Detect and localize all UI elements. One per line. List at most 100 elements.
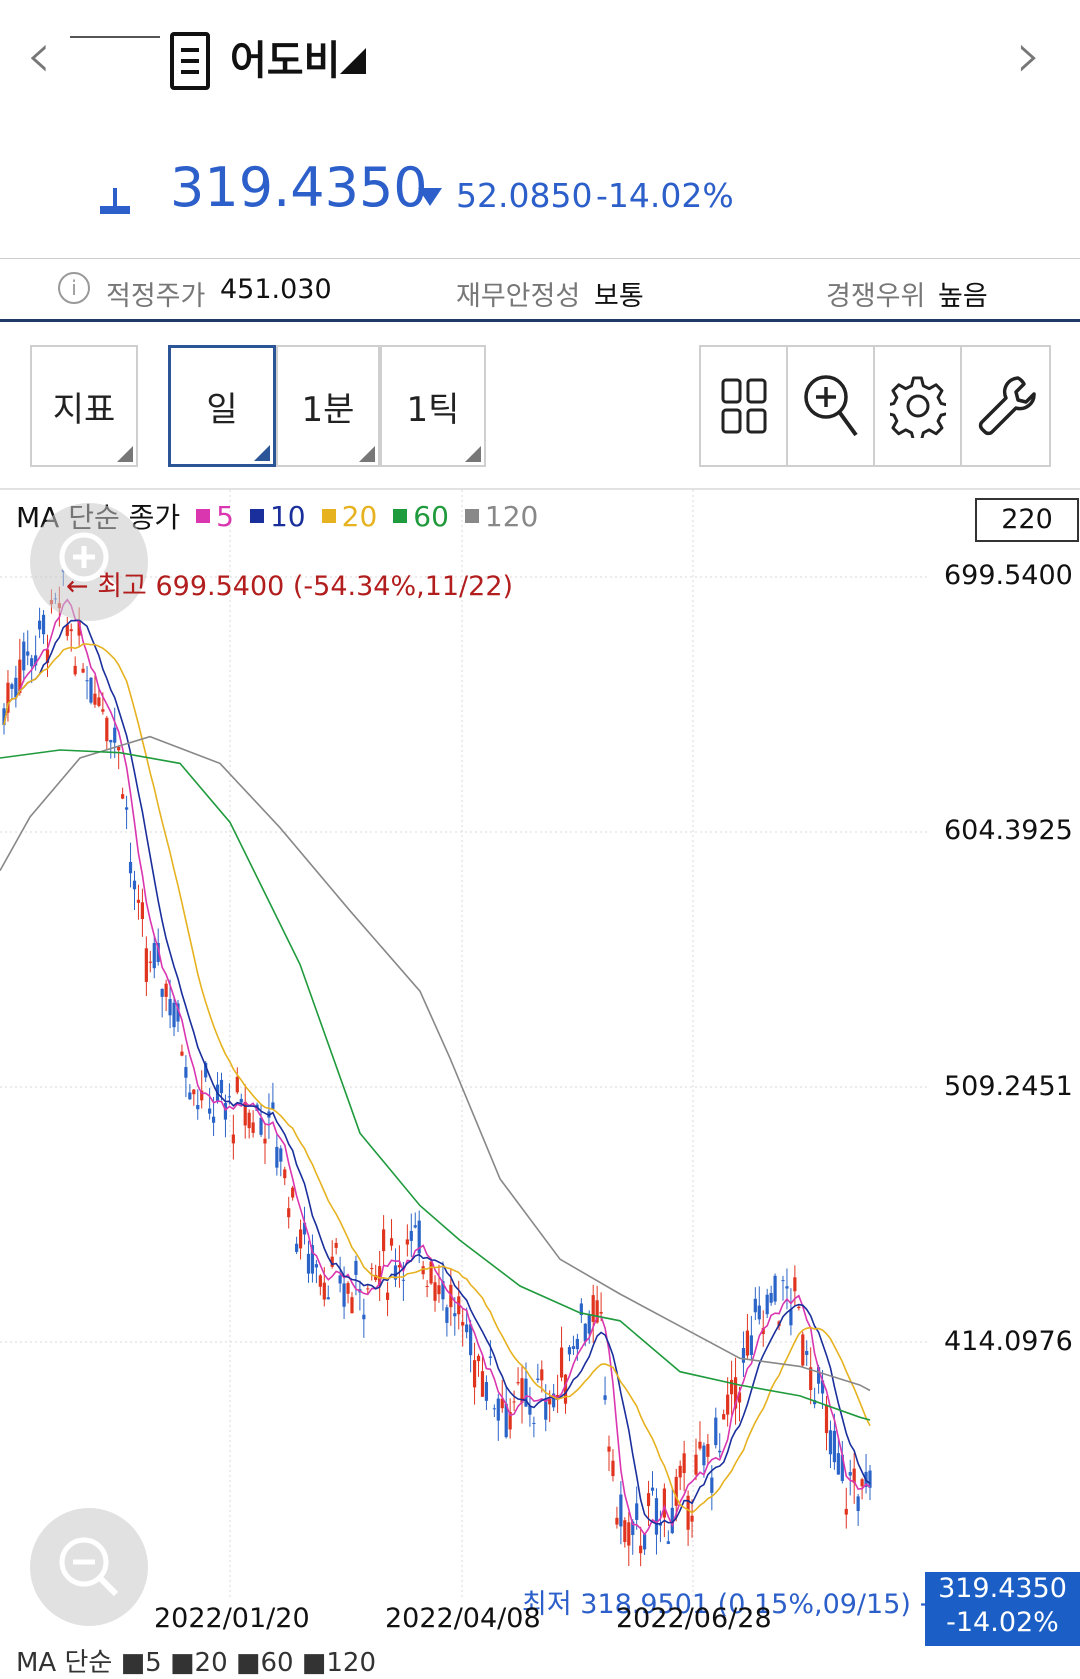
candle-body bbox=[279, 1148, 283, 1162]
candle-body bbox=[635, 1503, 639, 1520]
candle-body bbox=[41, 614, 46, 635]
y-tick-label: 604.3925 bbox=[944, 815, 1073, 846]
candle-body bbox=[117, 746, 121, 751]
y-tick-label: 699.5400 bbox=[944, 560, 1073, 591]
candle-body bbox=[239, 1098, 243, 1103]
stock-name[interactable]: 어도비 bbox=[230, 28, 340, 86]
candle-body bbox=[271, 1102, 275, 1110]
candle-body bbox=[429, 1261, 433, 1284]
competition-value: 높음 bbox=[938, 281, 988, 312]
candle-body bbox=[263, 1138, 267, 1144]
candle-body bbox=[480, 1371, 485, 1397]
candle-body bbox=[283, 1169, 287, 1179]
period-1tick-label: 1틱 bbox=[406, 389, 460, 430]
candle-body bbox=[93, 693, 97, 705]
candle-body bbox=[706, 1444, 710, 1457]
zoom-in-round-button[interactable] bbox=[30, 503, 148, 621]
zoom-out-round-button[interactable] bbox=[30, 1508, 148, 1626]
candle-body bbox=[488, 1356, 492, 1358]
candle-body bbox=[559, 1347, 564, 1378]
stability-label: 재무안정성 bbox=[456, 281, 581, 312]
next-stock-button[interactable]: › bbox=[1016, 24, 1042, 88]
candle-body bbox=[765, 1294, 769, 1315]
candle-body bbox=[425, 1285, 429, 1287]
price-change-pct: -14.02% bbox=[596, 176, 734, 215]
candle-body bbox=[773, 1275, 777, 1302]
candle-body bbox=[211, 1116, 216, 1123]
y-tick-label: 414.0976 bbox=[944, 1326, 1073, 1357]
ma-60-label: 60 bbox=[413, 499, 449, 533]
candle-body bbox=[532, 1422, 536, 1424]
candle-body bbox=[607, 1446, 611, 1452]
candle-body bbox=[140, 902, 145, 920]
candle-body bbox=[662, 1488, 666, 1518]
candle-body bbox=[690, 1515, 694, 1522]
prev-stock-button[interactable]: ‹ bbox=[26, 24, 52, 88]
candle-body bbox=[698, 1441, 702, 1449]
settings-icon[interactable] bbox=[875, 347, 962, 465]
period-1min-button[interactable]: 1분 bbox=[276, 345, 380, 467]
candle-body bbox=[314, 1264, 318, 1268]
chart-tools-group bbox=[699, 345, 1051, 467]
candle-body bbox=[805, 1351, 809, 1355]
candle-body bbox=[366, 1288, 370, 1290]
current-price-tag-value: 319.4350 bbox=[938, 1573, 1067, 1604]
candle-body bbox=[591, 1295, 595, 1322]
candle-body bbox=[769, 1293, 773, 1303]
candle-body bbox=[492, 1408, 496, 1410]
menu-list-icon[interactable] bbox=[170, 32, 210, 90]
candle-body bbox=[26, 651, 30, 656]
grid-icon[interactable] bbox=[701, 347, 788, 465]
ma-120-label: 120 bbox=[484, 499, 539, 533]
candle-body bbox=[824, 1404, 829, 1434]
candle-body bbox=[128, 861, 133, 874]
candle-body bbox=[188, 1092, 192, 1100]
period-1tick-button[interactable]: 1틱 bbox=[380, 345, 486, 467]
period-day-button[interactable]: 일 bbox=[168, 345, 276, 467]
wrench-icon[interactable] bbox=[962, 347, 1049, 465]
zoom-in-icon[interactable] bbox=[788, 347, 875, 465]
candle-body bbox=[148, 961, 152, 963]
candle-body bbox=[445, 1307, 449, 1323]
candle-body bbox=[646, 1493, 651, 1506]
candle-body bbox=[85, 680, 89, 682]
candle-body bbox=[702, 1445, 706, 1466]
candle-body bbox=[196, 1104, 200, 1110]
candle-body bbox=[753, 1298, 757, 1313]
ma-line-20 bbox=[3, 643, 871, 1514]
candle-body bbox=[540, 1369, 544, 1381]
candle-body bbox=[10, 684, 14, 689]
candle-body bbox=[334, 1242, 338, 1248]
candle-body bbox=[342, 1283, 346, 1307]
ma-5-label: 5 bbox=[216, 499, 234, 533]
candle-body bbox=[30, 658, 34, 667]
candle-body bbox=[322, 1282, 326, 1300]
candle-body bbox=[385, 1292, 390, 1300]
candlestick-chart[interactable] bbox=[0, 490, 1080, 1660]
current-price-tag-change: -14.02% bbox=[946, 1607, 1059, 1638]
candle-body bbox=[797, 1306, 801, 1309]
candle-count-box[interactable]: 220 bbox=[975, 498, 1079, 542]
candle-body bbox=[306, 1253, 311, 1274]
candle-body bbox=[433, 1282, 437, 1301]
ma-60-swatch bbox=[393, 509, 408, 523]
x-tick-label: 2022/04/08 bbox=[385, 1603, 541, 1634]
candle-body bbox=[789, 1309, 793, 1326]
candle-body bbox=[105, 717, 109, 742]
stock-dropdown-icon[interactable] bbox=[340, 48, 366, 74]
candle-body bbox=[643, 1534, 647, 1550]
candle-body bbox=[848, 1472, 852, 1476]
candle-body bbox=[326, 1297, 330, 1300]
ma-120-swatch bbox=[464, 509, 479, 523]
candle-body bbox=[172, 1002, 176, 1028]
candle-body bbox=[615, 1517, 619, 1525]
info-icon[interactable]: i bbox=[58, 272, 90, 304]
candle-body bbox=[382, 1229, 386, 1252]
indicator-button[interactable]: 지표 bbox=[30, 345, 138, 467]
candle-body bbox=[726, 1394, 730, 1415]
candle-body bbox=[484, 1382, 489, 1401]
candle-body bbox=[14, 677, 18, 698]
competition-label: 경쟁우위 bbox=[826, 281, 926, 312]
candle-body bbox=[101, 709, 105, 712]
candle-body bbox=[37, 620, 42, 630]
